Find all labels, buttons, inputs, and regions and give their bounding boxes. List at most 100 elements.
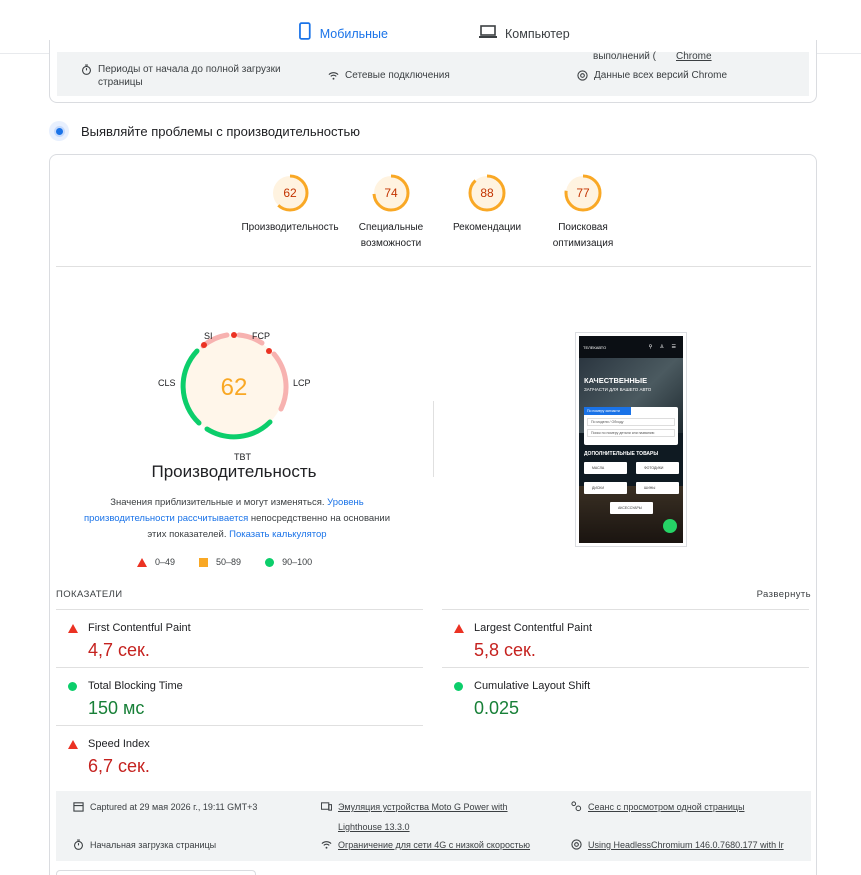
gauge-accessibility[interactable]: 74 Специальные возможности — [336, 173, 446, 252]
tag-si: SI — [204, 331, 213, 341]
tag-cls: CLS — [158, 378, 176, 388]
metric-cls-value: 0.025 — [474, 698, 520, 718]
runtime-initial-load: Начальная загрузка страницы — [73, 835, 216, 855]
stopwatch-icon — [74, 839, 83, 850]
runtime-throttling: Ограничение для сети 4G с низкой скорост… — [321, 835, 530, 855]
svg-text:77: 77 — [576, 186, 590, 200]
triangle-icon — [454, 624, 464, 633]
meta-runs-prefix: выполнений ( — [593, 51, 656, 62]
gauge-seo[interactable]: 77 Поисковая оптимизация — [528, 173, 638, 252]
stopwatch-icon — [82, 64, 91, 75]
gauge-performance[interactable]: 62 Производительность — [235, 173, 345, 236]
runtime-throttling-link[interactable]: Ограничение для сети 4G с низкой скорост… — [338, 835, 530, 855]
metric-cls-name: Cumulative Layout Shift — [474, 680, 591, 692]
gauge-best-practices-label: Рекомендации — [452, 222, 522, 233]
performance-note: Значения приблизительные и могут изменят… — [78, 495, 396, 543]
score-legend: 0–49 50–89 90–100 — [137, 557, 312, 567]
screenshot-chip: ДИСКИ — [584, 482, 627, 494]
metric-si-value: 6,7 сек. — [88, 756, 150, 776]
screenshot-form-tab: По номеру запчасти — [584, 407, 631, 415]
performance-gauge-ring: 62 — [180, 332, 289, 440]
metric-lcp-value: 5,8 сек. — [474, 640, 536, 660]
view-treemap-button[interactable] — [56, 870, 256, 875]
circle-icon — [454, 682, 463, 691]
metric-lcp-name: Largest Contentful Paint — [474, 622, 593, 634]
triangle-icon — [68, 740, 78, 749]
screenshot-hero-sub: ЗАПЧАСТИ ДЛЯ ВАШЕГО АВТО — [584, 387, 652, 392]
runtime-session-link[interactable]: Сеанс с просмотром одной страницы — [588, 797, 745, 817]
triangle-icon — [137, 557, 147, 567]
wifi-icon — [321, 841, 332, 849]
circle-icon — [68, 682, 77, 691]
runtime-emulation-link[interactable]: Эмуляция устройства Moto G Power with — [338, 797, 508, 817]
screenshot-form-row: По модели / Обходу — [587, 418, 675, 426]
performance-title: Производительность — [151, 462, 317, 481]
category-gauges: 62 Производительность 74 Специальные воз… — [56, 173, 811, 267]
field-data-card: Периоды от начала до полной загрузки стр… — [49, 40, 817, 103]
meta-chrome-versions-label: Данные всех версий Chrome — [594, 70, 728, 81]
runtime-initial-load-label: Начальная загрузка страницы — [90, 840, 217, 850]
meta-chrome-versions: Данные всех версий Chrome — [577, 69, 727, 82]
circle-icon — [265, 557, 275, 567]
chrome-icon — [577, 70, 588, 81]
menu-icon: ⚲ ♙ ☰ — [648, 344, 679, 350]
tag-lcp: LCP — [293, 378, 311, 388]
legend-average-label: 50–89 — [216, 557, 242, 567]
chrome-link[interactable]: Chrome — [676, 50, 712, 63]
metric-fcp-value: 4,7 сек. — [88, 640, 150, 660]
svg-text:62: 62 — [221, 374, 248, 401]
screenshot-logo: ТЕЛЕКАВТО — [583, 344, 607, 350]
legend-bad-label: 0–49 — [155, 557, 176, 567]
calendar-icon — [73, 802, 84, 812]
runtime-session: Сеанс с просмотром одной страницы — [571, 797, 745, 817]
gauge-best-practices[interactable]: 88 Рекомендации — [432, 173, 542, 236]
legend-average: 50–89 — [199, 557, 241, 567]
screenshot-chip: МАСЛА — [584, 462, 627, 474]
tag-fcp: FCP — [252, 331, 270, 341]
show-calculator-link[interactable]: Показать калькулятор — [229, 529, 326, 540]
svg-text:74: 74 — [384, 186, 398, 200]
section-heading: Выявляйте проблемы с производительностью — [49, 121, 360, 141]
metric-fcp: First Contentful Paint 4,7 сек. — [56, 609, 423, 667]
screenshot-image: ТЕЛЕКАВТО ⚲ ♙ ☰ КАЧЕСТВЕННЫЕ ЗАПЧАСТИ ДЛ… — [579, 336, 683, 543]
runtime-captured-label: Captured at 29 мая 2026 г., 19:11 GMT+3 — [90, 802, 258, 812]
metrics-header: ПОКАЗАТЕЛИ Развернуть — [56, 589, 811, 609]
screenshot-hero-title: КАЧЕСТВЕННЫЕ — [584, 376, 648, 385]
screenshot-chip: ШИНЫ — [636, 482, 679, 494]
metric-tbt: Total Blocking Time 150 мс — [56, 667, 423, 725]
performance-card: 62 Производительность 74 Специальные воз… — [49, 154, 817, 875]
meta-network: Сетевые подключения — [328, 69, 450, 82]
tag-tbt: TBT — [234, 452, 251, 462]
screenshot-chip: АКСЕССУАРЫ — [610, 502, 653, 514]
tab-desktop-label: Компьютер — [505, 27, 570, 41]
screenshot-bg — [579, 486, 683, 543]
metric-cls: Cumulative Layout Shift 0.025 — [442, 667, 809, 725]
gauge-accessibility-label: Специальные возможности — [358, 222, 424, 249]
legend-good-label: 90–100 — [282, 557, 313, 567]
runtime-captured: Captured at 29 мая 2026 г., 19:11 GMT+3 — [73, 797, 257, 817]
meta-periods: Периоды от начала до полной загрузки стр… — [81, 63, 301, 89]
meta-periods-label: Периоды от начала до полной загрузки стр… — [98, 64, 281, 88]
smartphone-icon — [299, 22, 311, 40]
final-screenshot[interactable]: ТЕЛЕКАВТО ⚲ ♙ ☰ КАЧЕСТВЕННЫЕ ЗАПЧАСТИ ДЛ… — [575, 332, 687, 547]
legend-good: 90–100 — [265, 557, 312, 567]
score-ring-icon: 88 — [468, 174, 506, 212]
metric-tbt-name: Total Blocking Time — [88, 680, 183, 692]
screenshot-extra-title: ДОПОЛНИТЕЛЬНЫЕ ТОВАРЫ — [584, 451, 659, 457]
laptop-icon — [479, 25, 497, 38]
metric-fcp-name: First Contentful Paint — [88, 622, 191, 634]
whatsapp-icon — [663, 519, 677, 533]
runtime-browser-link[interactable]: Using HeadlessChromium 146.0.7680.177 wi… — [588, 835, 784, 855]
triangle-icon — [68, 624, 78, 633]
section-title: Выявляйте проблемы с производительностью — [81, 123, 361, 139]
chrome-icon — [571, 839, 582, 850]
runtime-emulation-link-2[interactable]: Lighthouse 13.3.0 — [338, 817, 508, 837]
runtime-browser: Using HeadlessChromium 146.0.7680.177 wi… — [571, 835, 811, 855]
square-icon — [199, 557, 209, 567]
svg-text:62: 62 — [283, 186, 297, 200]
runtime-settings: Captured at 29 мая 2026 г., 19:11 GMT+3 … — [56, 791, 811, 861]
score-ring-icon: 62 — [271, 174, 309, 212]
expand-button[interactable]: Развернуть — [757, 589, 811, 609]
divider — [433, 401, 434, 477]
screenshot-search-form: По номеру запчасти По модели / Обходу По… — [584, 407, 678, 445]
